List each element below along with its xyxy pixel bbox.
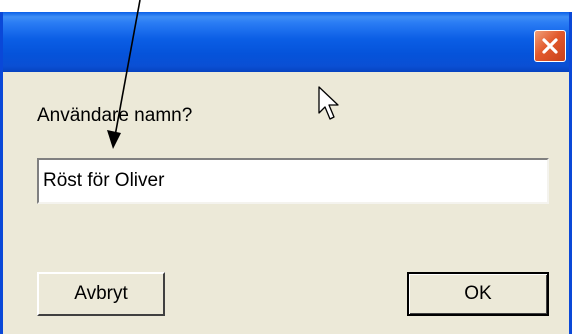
prompt-label: Användare namn?	[37, 105, 193, 126]
ok-button-label: OK	[464, 283, 492, 304]
dialog-window: Användare namn? Avbryt OK	[0, 12, 572, 334]
close-button[interactable]	[534, 30, 566, 62]
cancel-button-label: Avbryt	[74, 283, 128, 304]
username-input[interactable]	[37, 158, 549, 204]
ok-button[interactable]: OK	[407, 272, 549, 316]
close-icon	[542, 38, 558, 54]
cancel-button[interactable]: Avbryt	[37, 272, 165, 316]
title-bar[interactable]	[3, 12, 569, 72]
screenshot: Användare namn? Avbryt OK	[0, 0, 572, 334]
dialog-body: Användare namn? Avbryt OK	[3, 72, 569, 334]
